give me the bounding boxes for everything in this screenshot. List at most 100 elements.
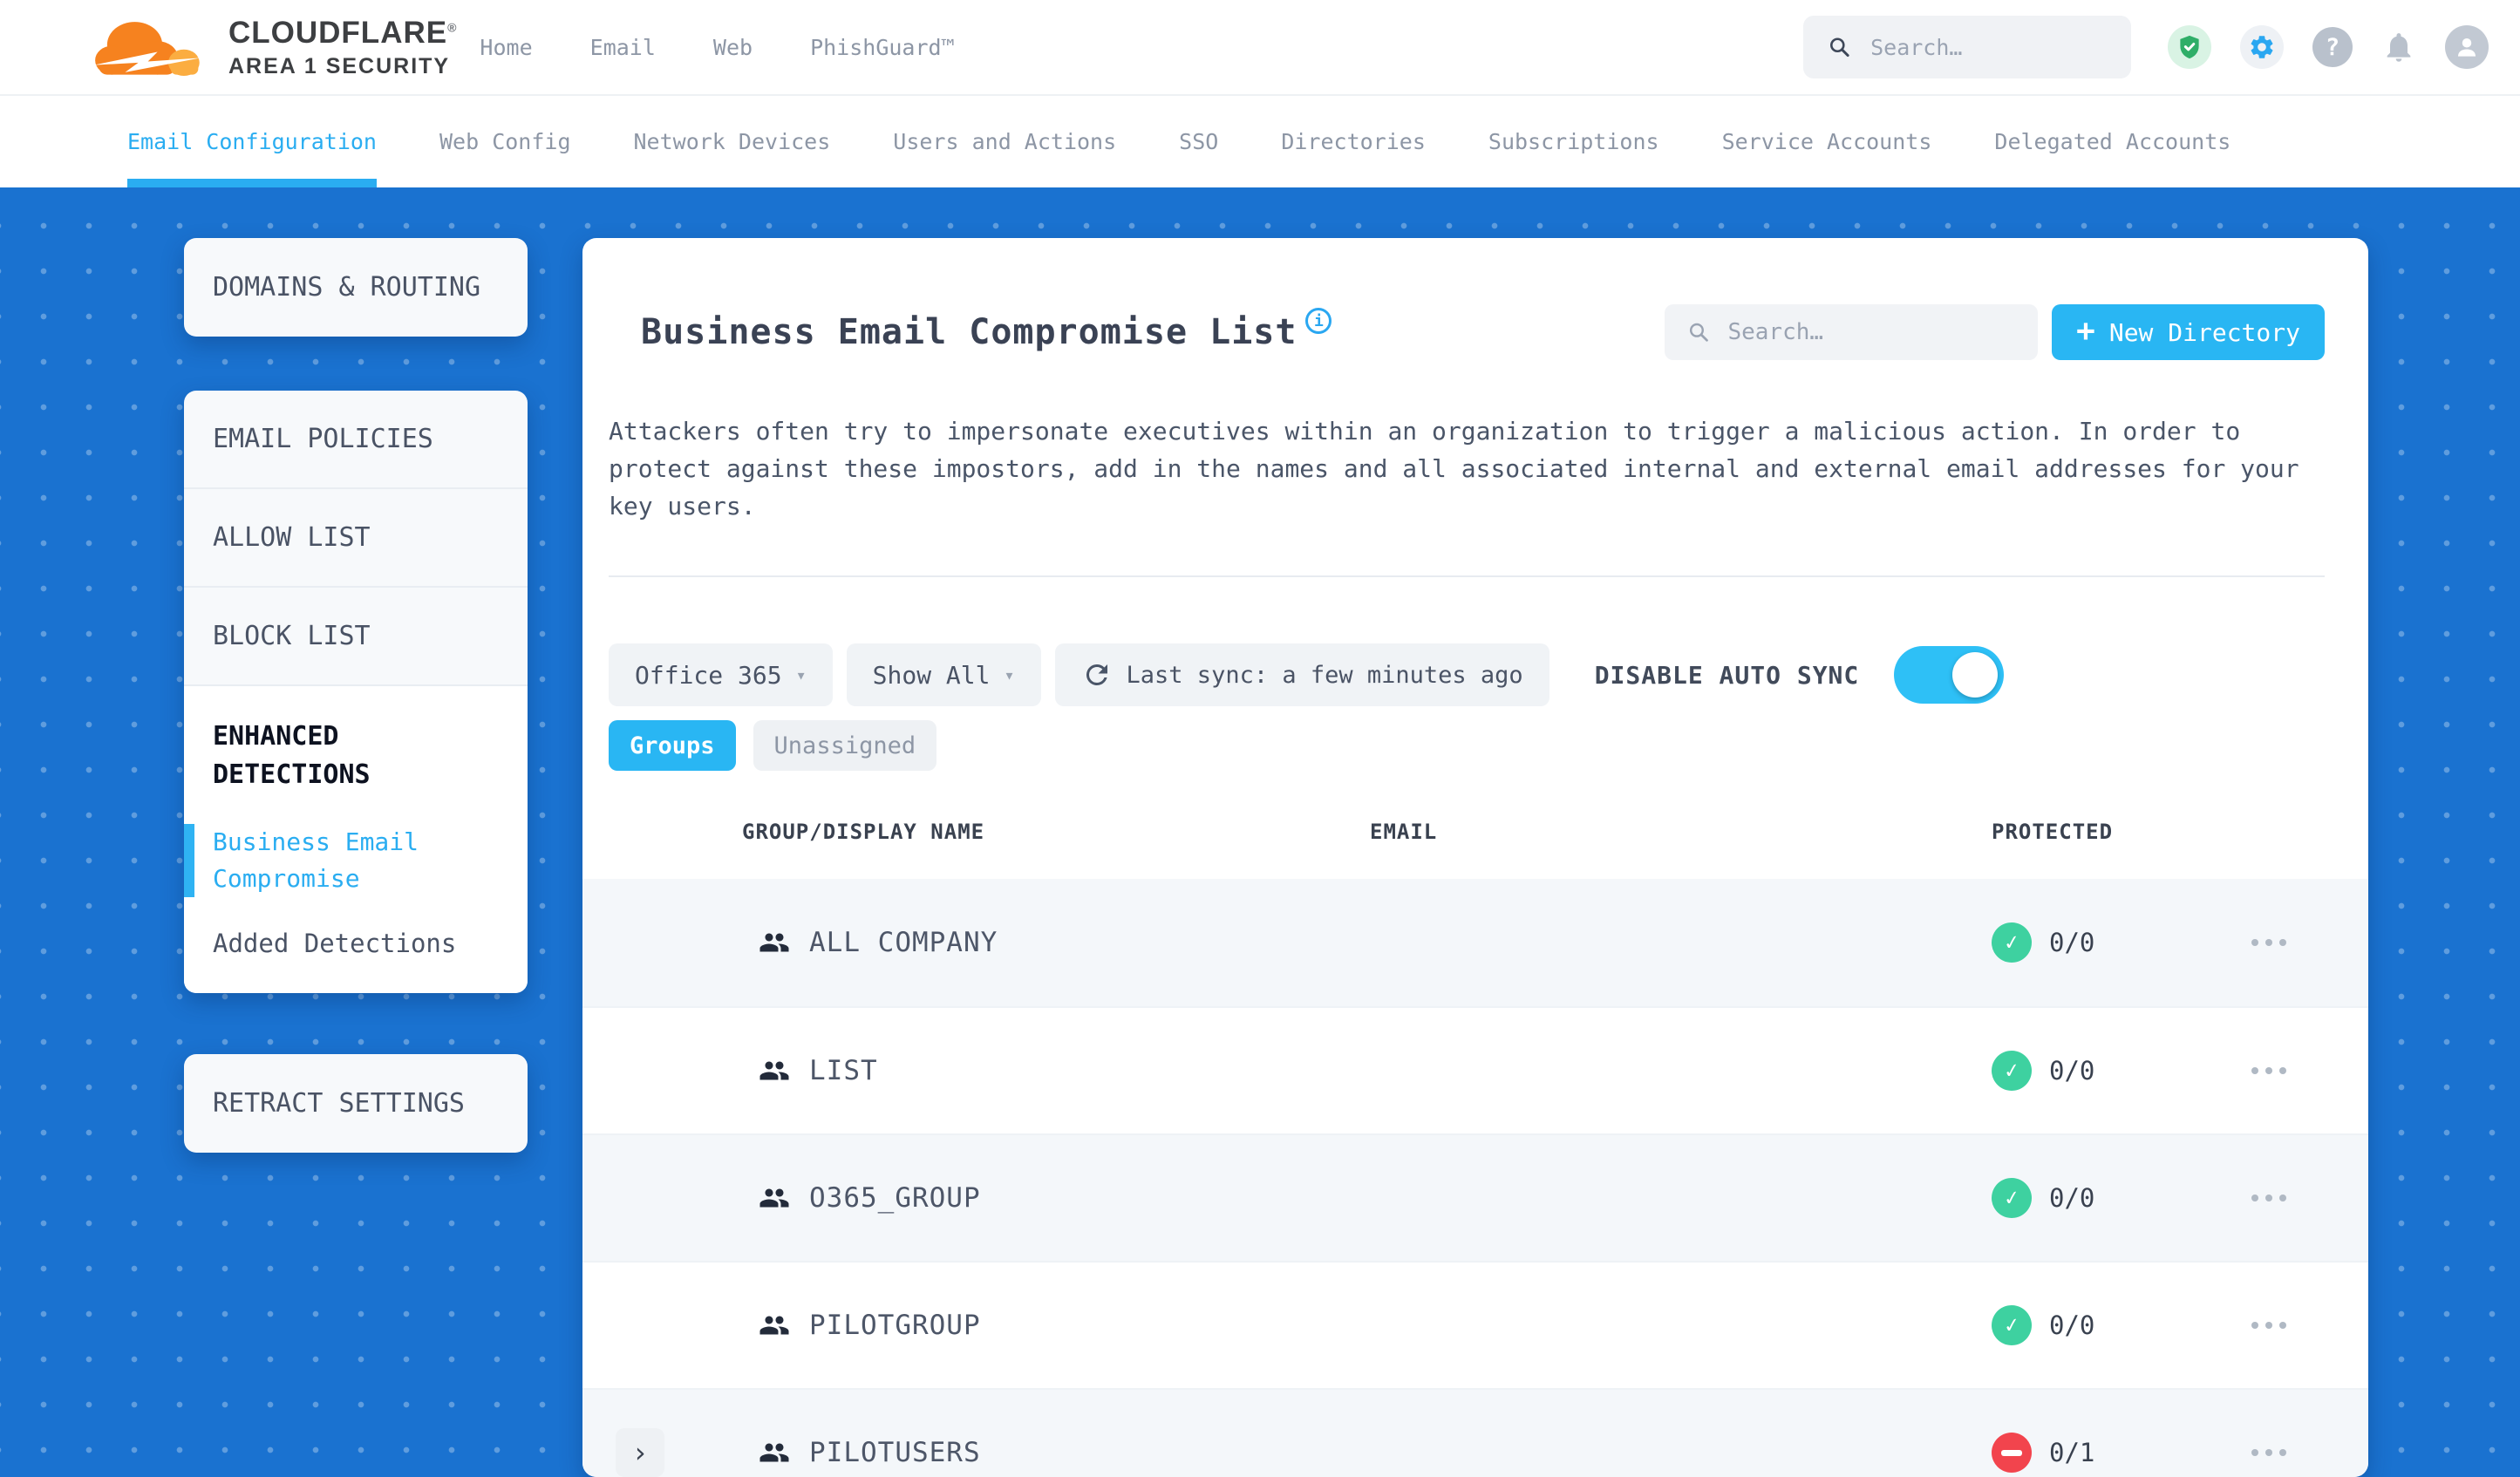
table-row: LIST ✓ 0/0 [582, 1006, 2368, 1133]
unprotected-minus-icon [1992, 1433, 2032, 1473]
protected-check-icon: ✓ [1989, 1303, 2034, 1348]
row-menu-button[interactable] [2251, 1195, 2286, 1201]
sidebar: DOMAINS & ROUTING EMAIL POLICIES ALLOW L… [184, 238, 528, 1153]
row-menu-button[interactable] [2251, 939, 2286, 946]
row-menu-button[interactable] [2251, 1322, 2286, 1329]
view-tab-groups[interactable]: Groups [609, 720, 736, 771]
page-title: Business Email Compromise List [641, 312, 1297, 352]
column-protected: PROTECTED [1992, 820, 2114, 844]
view-tab-unassigned[interactable]: Unassigned [753, 720, 937, 771]
toggle-knob [1952, 652, 1999, 698]
protected-check-icon: ✓ [1989, 1048, 2034, 1093]
section-tabs: Email Configuration Web Config Network D… [0, 96, 2520, 187]
group-name: PILOTUSERS [809, 1437, 981, 1468]
tab-users-and-actions[interactable]: Users and Actions [893, 96, 1116, 187]
search-icon [1690, 323, 1709, 342]
auto-sync-toggle[interactable] [1894, 646, 2005, 704]
row-menu-button[interactable] [2251, 1067, 2286, 1074]
title-row: Business Email Compromise List i + New D… [641, 304, 2325, 360]
top-nav-home[interactable]: Home [480, 35, 532, 60]
directory-filter-dropdown[interactable]: Office 365 ▾ [609, 643, 833, 706]
tab-email-configuration[interactable]: Email Configuration [127, 96, 377, 187]
protected-check-icon: ✓ [1989, 1175, 2034, 1221]
group-icon [759, 1061, 789, 1080]
search-icon [1829, 37, 1849, 58]
sidebar-item-allow-list[interactable]: ALLOW LIST [184, 489, 528, 588]
sidebar-item-email-policies[interactable]: EMAIL POLICIES [184, 391, 528, 489]
group-name: ALL COMPANY [809, 927, 998, 958]
group-icon [759, 1316, 789, 1335]
group-name: PILOTGROUP [809, 1310, 981, 1341]
row-menu-button[interactable] [2251, 1449, 2286, 1456]
registered-mark: ® [447, 19, 458, 34]
page-description: Attackers often try to impersonate execu… [609, 417, 2299, 521]
sidebar-policies-card: EMAIL POLICIES ALLOW LIST BLOCK LIST ENH… [184, 391, 528, 993]
brand-subtitle: AREA 1 SECURITY [228, 53, 451, 78]
protected-check-icon: ✓ [1989, 920, 2034, 965]
help-button[interactable]: ? [2312, 27, 2353, 67]
tab-directories[interactable]: Directories [1281, 96, 1426, 187]
plus-icon: + [2076, 313, 2095, 349]
auto-sync-label: DISABLE AUTO SYNC [1594, 660, 1860, 690]
shield-check-icon [2180, 35, 2199, 59]
list-search[interactable] [1665, 304, 2039, 360]
main-panel: Business Email Compromise List i + New D… [582, 238, 2368, 1477]
table-body: ALL COMPANY ✓ 0/0 LIST ✓ 0/0 O365_GROUP ✓ 0/0 PIL… [582, 879, 2368, 1477]
tab-delegated-accounts[interactable]: Delegated Accounts [1994, 96, 2231, 187]
bell-icon[interactable] [2381, 30, 2416, 65]
page-canvas: DOMAINS & ROUTING EMAIL POLICIES ALLOW L… [0, 187, 2520, 1477]
chevron-right-icon: › [631, 1436, 649, 1469]
table-row: PILOTGROUP ✓ 0/0 [582, 1261, 2368, 1388]
security-status-button[interactable] [2168, 25, 2211, 69]
global-search-input[interactable] [1870, 34, 2107, 60]
chevron-down-icon: ▾ [1004, 664, 1015, 685]
group-icon [759, 1443, 789, 1462]
tab-sso[interactable]: SSO [1179, 96, 1218, 187]
sidebar-item-enhanced-detections[interactable]: ENHANCED DETECTIONS [213, 718, 499, 794]
controls-row: Office 365 ▾ Show All ▾ Last sync: a few… [609, 643, 2325, 706]
chevron-down-icon: ▾ [795, 664, 807, 685]
question-icon: ? [2325, 33, 2340, 61]
sidebar-item-domains-routing[interactable]: DOMAINS & ROUTING [184, 238, 528, 337]
sidebar-item-block-list[interactable]: BLOCK LIST [184, 588, 528, 686]
group-name: O365_GROUP [809, 1182, 981, 1214]
gear-icon [2251, 36, 2273, 58]
cloudflare-cloud-icon [93, 22, 201, 76]
brand-name: CLOUDFLARE® [228, 15, 458, 50]
refresh-icon [1086, 664, 1107, 685]
top-nav-email[interactable]: Email [590, 35, 656, 60]
sidebar-enhanced-detections-section: ENHANCED DETECTIONS Business Email Compr… [184, 686, 528, 993]
info-icon[interactable]: i [1305, 308, 1332, 334]
top-nav-web[interactable]: Web [713, 35, 753, 60]
account-button[interactable] [2445, 25, 2489, 69]
global-search[interactable] [1803, 16, 2131, 78]
table-row: O365_GROUP ✓ 0/0 [582, 1133, 2368, 1261]
table-row: › PILOTUSERS 0/1 [582, 1388, 2368, 1477]
tab-network-devices[interactable]: Network Devices [634, 96, 831, 187]
header-icons: ? [2168, 25, 2489, 69]
sidebar-item-business-email-compromise[interactable]: Business Email Compromise [184, 824, 499, 897]
list-search-input[interactable] [1727, 319, 2016, 345]
view-tabs: Groups Unassigned [609, 720, 2325, 771]
top-nav: Home Email Web PhishGuard™ [480, 35, 954, 60]
divider [609, 575, 2325, 577]
sidebar-item-retract-settings[interactable]: RETRACT SETTINGS [184, 1054, 528, 1153]
sidebar-item-added-detections[interactable]: Added Detections [213, 929, 499, 958]
new-directory-button[interactable]: + New Directory [2052, 304, 2325, 360]
group-name: LIST [809, 1055, 878, 1086]
table-header: GROUP/DISPLAY NAME EMAIL PROTECTED [582, 771, 2368, 879]
table-row: ALL COMPANY ✓ 0/0 [582, 879, 2368, 1006]
tab-web-config[interactable]: Web Config [439, 96, 571, 187]
group-icon [759, 1188, 789, 1208]
settings-button[interactable] [2240, 25, 2284, 69]
last-sync-button[interactable]: Last sync: a few minutes ago [1054, 643, 1549, 706]
tab-service-accounts[interactable]: Service Accounts [1722, 96, 1932, 187]
column-group-display-name: GROUP/DISPLAY NAME [742, 820, 985, 844]
protected-count: 0/0 [2049, 928, 2095, 957]
group-icon [759, 933, 789, 952]
tab-subscriptions[interactable]: Subscriptions [1488, 96, 1659, 187]
top-nav-phishguard[interactable]: PhishGuard™ [810, 35, 955, 60]
expand-row-button[interactable]: › [616, 1428, 664, 1477]
visibility-filter-dropdown[interactable]: Show All ▾ [846, 643, 1041, 706]
protected-count: 0/0 [2049, 1056, 2095, 1086]
